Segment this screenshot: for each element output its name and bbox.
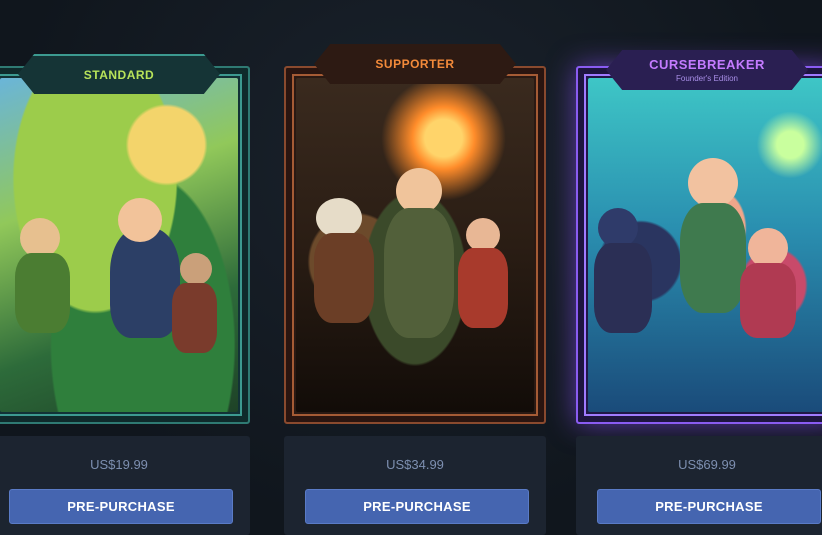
price-panel: US$69.99 PRE-PURCHASE (576, 436, 822, 535)
edition-selection: STANDARD US$19.99 PRE-PURCHASE SUPPORTER… (0, 0, 822, 535)
edition-card-cursebreaker: CURSEBREAKER Founder's Edition US$69.99 … (576, 0, 822, 535)
edition-card-supporter: SUPPORTER US$34.99 PRE-PURCHASE (284, 0, 546, 535)
pre-purchase-supporter-button[interactable]: PRE-PURCHASE (305, 489, 529, 524)
price-panel: US$19.99 PRE-PURCHASE (0, 436, 250, 535)
edition-art-frame (284, 66, 546, 424)
edition-title: SUPPORTER (375, 57, 455, 71)
edition-title-plaque: SUPPORTER (314, 44, 516, 84)
edition-price: US$19.99 (90, 457, 148, 472)
edition-card-standard: STANDARD US$19.99 PRE-PURCHASE (0, 0, 250, 535)
standard-edition-artwork (0, 78, 238, 412)
edition-price: US$69.99 (678, 457, 736, 472)
edition-title-plaque: STANDARD (18, 54, 220, 94)
edition-price: US$34.99 (386, 457, 444, 472)
price-panel: US$34.99 PRE-PURCHASE (284, 436, 546, 535)
edition-subtitle: Founder's Edition (675, 74, 738, 83)
edition-title-plaque: CURSEBREAKER Founder's Edition (606, 50, 808, 90)
supporter-edition-artwork (296, 78, 534, 412)
edition-title: CURSEBREAKER (649, 57, 765, 72)
cursebreaker-edition-artwork (588, 78, 822, 412)
edition-title: STANDARD (83, 68, 155, 82)
pre-purchase-standard-button[interactable]: PRE-PURCHASE (9, 489, 233, 524)
edition-art-frame (0, 66, 250, 424)
edition-art-frame (576, 66, 822, 424)
pre-purchase-cursebreaker-button[interactable]: PRE-PURCHASE (597, 489, 821, 524)
